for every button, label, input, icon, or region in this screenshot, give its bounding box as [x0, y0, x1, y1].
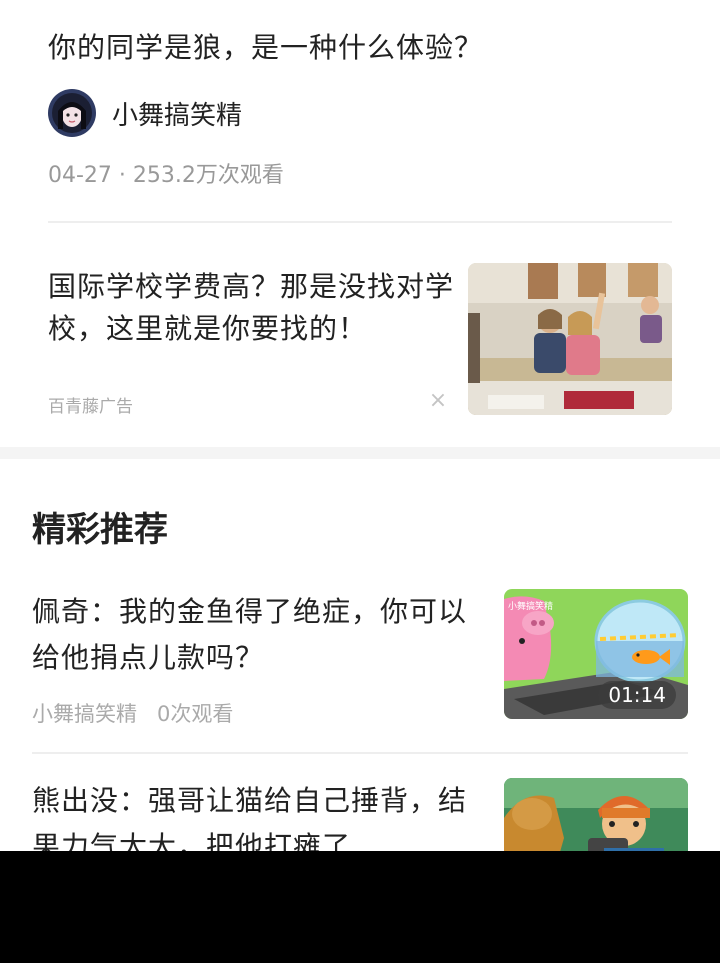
close-icon[interactable]: ×: [428, 390, 448, 412]
recommend-item-meta: 小舞搞笑精 0次观看: [32, 698, 233, 728]
section-separator: [0, 447, 720, 459]
divider: [48, 221, 672, 223]
author-row[interactable]: 小舞搞笑精: [48, 89, 242, 137]
video-meta: 04-27 · 253.2万次观看: [48, 163, 284, 188]
thumbnail-watermark: 小舞搞笑精: [508, 600, 553, 612]
ad-thumbnail[interactable]: [468, 263, 672, 415]
recommend-item-thumbnail[interactable]: 小舞搞笑精 01:14: [504, 589, 688, 719]
video-title: 你的同学是狼，是一种什么体验？: [48, 31, 484, 64]
ad-source-label: 百青藤广告: [48, 397, 133, 417]
recommend-item-views: 0次观看: [157, 702, 234, 726]
recommend-item-thumbnail[interactable]: [504, 778, 688, 851]
recommend-item-author: 小舞搞笑精: [32, 702, 137, 726]
author-name[interactable]: 小舞搞笑精: [112, 95, 242, 132]
divider: [32, 752, 688, 754]
video-feed-screen: 你的同学是狼，是一种什么体验？ 小舞搞笑精 04-27 · 253.2万次观看 …: [0, 0, 720, 851]
recommend-item-title[interactable]: 佩奇：我的金鱼得了绝症，你可以给他捐点儿款吗？: [32, 589, 492, 681]
bottom-black-bar: [0, 851, 720, 963]
duration-badge: 01:14: [598, 681, 676, 709]
ad-title[interactable]: 国际学校学费高？那是没找对学校，这里就是你要找的！: [48, 266, 458, 350]
author-avatar[interactable]: [48, 89, 96, 137]
recommend-item-title[interactable]: 熊出没：强哥让猫给自己捶背，结果力气太大，把他打瘫了: [32, 778, 492, 851]
section-title: 精彩推荐: [32, 510, 168, 550]
